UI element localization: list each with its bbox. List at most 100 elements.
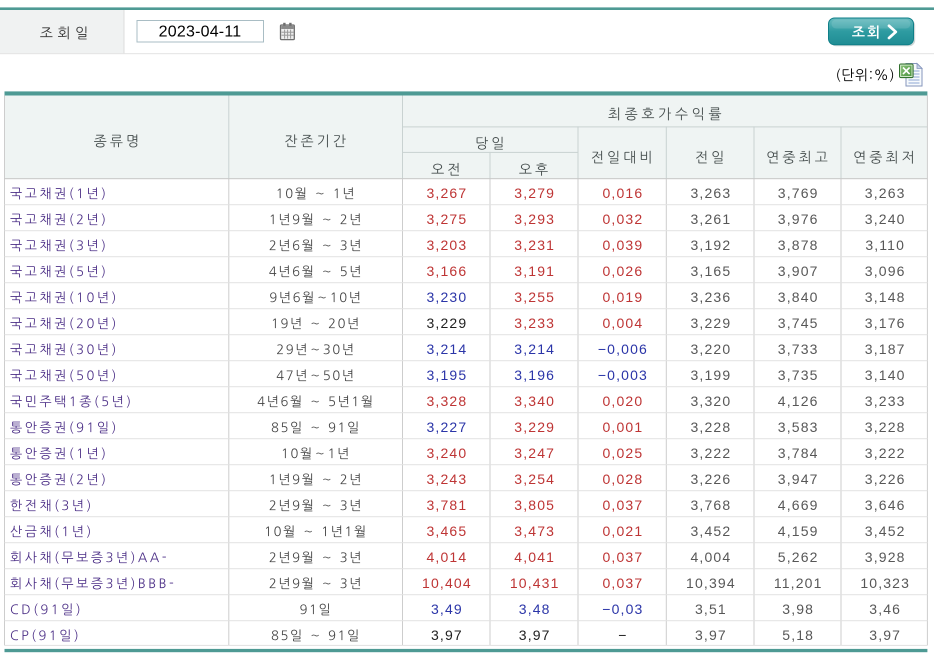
svg-text:0,019: 0,019: [603, 289, 644, 305]
svg-text:3,176: 3,176: [865, 315, 906, 331]
svg-text:4,126: 4,126: [778, 393, 819, 409]
svg-text:3,275: 3,275: [427, 211, 468, 227]
svg-text:3,733: 3,733: [778, 341, 819, 357]
svg-text:3,784: 3,784: [778, 445, 819, 461]
svg-text:3,947: 3,947: [778, 471, 819, 487]
svg-text:3,97: 3,97: [695, 627, 727, 643]
svg-text:3,907: 3,907: [778, 263, 819, 279]
svg-text:3,98: 3,98: [782, 601, 814, 617]
svg-text:3,226: 3,226: [865, 471, 906, 487]
svg-text:10,394: 10,394: [686, 575, 736, 591]
svg-text:3,214: 3,214: [427, 341, 468, 357]
svg-text:5,18: 5,18: [782, 627, 814, 643]
svg-text:0,037: 0,037: [603, 575, 644, 591]
svg-text:−0,006: −0,006: [598, 341, 648, 357]
svg-text:3,110: 3,110: [865, 237, 905, 253]
svg-text:3,228: 3,228: [691, 419, 732, 435]
svg-text:3,240: 3,240: [865, 211, 906, 227]
svg-text:−0,003: −0,003: [598, 367, 648, 383]
svg-text:−0,03: −0,03: [602, 601, 643, 617]
svg-text:0,037: 0,037: [603, 497, 644, 513]
svg-text:3,228: 3,228: [865, 419, 906, 435]
svg-text:3,46: 3,46: [869, 601, 901, 617]
svg-text:3,646: 3,646: [865, 497, 906, 513]
svg-text:3,781: 3,781: [427, 497, 468, 513]
svg-text:10,404: 10,404: [422, 575, 472, 591]
svg-text:0,020: 0,020: [603, 393, 644, 409]
svg-text:3,267: 3,267: [427, 185, 468, 201]
svg-text:3,928: 3,928: [865, 549, 906, 565]
svg-text:3,220: 3,220: [691, 341, 732, 357]
svg-text:3,97: 3,97: [869, 627, 901, 643]
svg-text:0,004: 0,004: [603, 315, 644, 331]
svg-text:3,227: 3,227: [427, 419, 468, 435]
svg-text:3,976: 3,976: [778, 211, 819, 227]
svg-text:3,878: 3,878: [778, 237, 819, 253]
svg-text:0,039: 0,039: [603, 237, 644, 253]
svg-text:3,229: 3,229: [514, 419, 555, 435]
svg-text:3,735: 3,735: [778, 367, 819, 383]
svg-text:3,231: 3,231: [514, 237, 555, 253]
svg-text:3,840: 3,840: [778, 289, 819, 305]
svg-text:0,001: 0,001: [603, 419, 644, 435]
svg-text:5,262: 5,262: [778, 549, 819, 565]
svg-text:3,48: 3,48: [519, 601, 551, 617]
svg-text:3,195: 3,195: [427, 367, 468, 383]
svg-text:3,263: 3,263: [691, 185, 732, 201]
svg-text:3,233: 3,233: [514, 315, 555, 331]
svg-text:3,293: 3,293: [514, 211, 555, 227]
svg-text:3,165: 3,165: [691, 263, 732, 279]
svg-text:3,340: 3,340: [514, 393, 555, 409]
svg-text:3,226: 3,226: [691, 471, 732, 487]
svg-text:3,096: 3,096: [865, 263, 906, 279]
svg-text:−: −: [618, 627, 627, 643]
svg-text:3,222: 3,222: [865, 445, 906, 461]
svg-text:3,187: 3,187: [865, 341, 906, 357]
svg-text:0,021: 0,021: [603, 523, 644, 539]
svg-text:3,222: 3,222: [691, 445, 732, 461]
svg-text:3,452: 3,452: [865, 523, 906, 539]
svg-text:3,240: 3,240: [427, 445, 468, 461]
svg-text:3,768: 3,768: [691, 497, 732, 513]
svg-text:3,465: 3,465: [427, 523, 468, 539]
svg-text:3,236: 3,236: [691, 289, 732, 305]
svg-text:3,148: 3,148: [865, 289, 906, 305]
svg-text:3,229: 3,229: [427, 315, 468, 331]
svg-text:3,229: 3,229: [691, 315, 732, 331]
svg-text:3,51: 3,51: [695, 601, 727, 617]
svg-text:3,97: 3,97: [519, 627, 551, 643]
svg-text:3,263: 3,263: [865, 185, 906, 201]
svg-text:3,279: 3,279: [514, 185, 555, 201]
svg-text:0,026: 0,026: [603, 263, 644, 279]
svg-text:0,025: 0,025: [603, 445, 644, 461]
svg-text:3,745: 3,745: [778, 315, 819, 331]
svg-text:4,159: 4,159: [778, 523, 819, 539]
svg-text:4,669: 4,669: [778, 497, 819, 513]
svg-text:3,261: 3,261: [691, 211, 732, 227]
svg-text:3,328: 3,328: [427, 393, 468, 409]
svg-text:3,49: 3,49: [431, 601, 463, 617]
svg-text:0,028: 0,028: [603, 471, 644, 487]
svg-text:11,201: 11,201: [774, 575, 823, 591]
svg-text:3,233: 3,233: [865, 393, 906, 409]
svg-text:3,254: 3,254: [514, 471, 555, 487]
svg-text:10,431: 10,431: [510, 575, 560, 591]
svg-text:3,230: 3,230: [427, 289, 468, 305]
svg-text:3,805: 3,805: [514, 497, 555, 513]
svg-text:4,014: 4,014: [427, 549, 468, 565]
svg-text:3,452: 3,452: [691, 523, 732, 539]
svg-text:3,214: 3,214: [514, 341, 555, 357]
svg-text:0,016: 0,016: [603, 185, 644, 201]
svg-text:3,166: 3,166: [427, 263, 468, 279]
svg-text:10,323: 10,323: [860, 575, 910, 591]
svg-text:0,037: 0,037: [603, 549, 644, 565]
svg-text:3,199: 3,199: [691, 367, 732, 383]
svg-text:3,196: 3,196: [514, 367, 555, 383]
svg-text:3,191: 3,191: [514, 263, 555, 279]
svg-text:3,247: 3,247: [514, 445, 555, 461]
svg-text:3,203: 3,203: [427, 237, 468, 253]
svg-text:3,140: 3,140: [865, 367, 906, 383]
svg-text:4,041: 4,041: [514, 549, 555, 565]
svg-text:3,255: 3,255: [514, 289, 555, 305]
svg-text:3,320: 3,320: [691, 393, 732, 409]
